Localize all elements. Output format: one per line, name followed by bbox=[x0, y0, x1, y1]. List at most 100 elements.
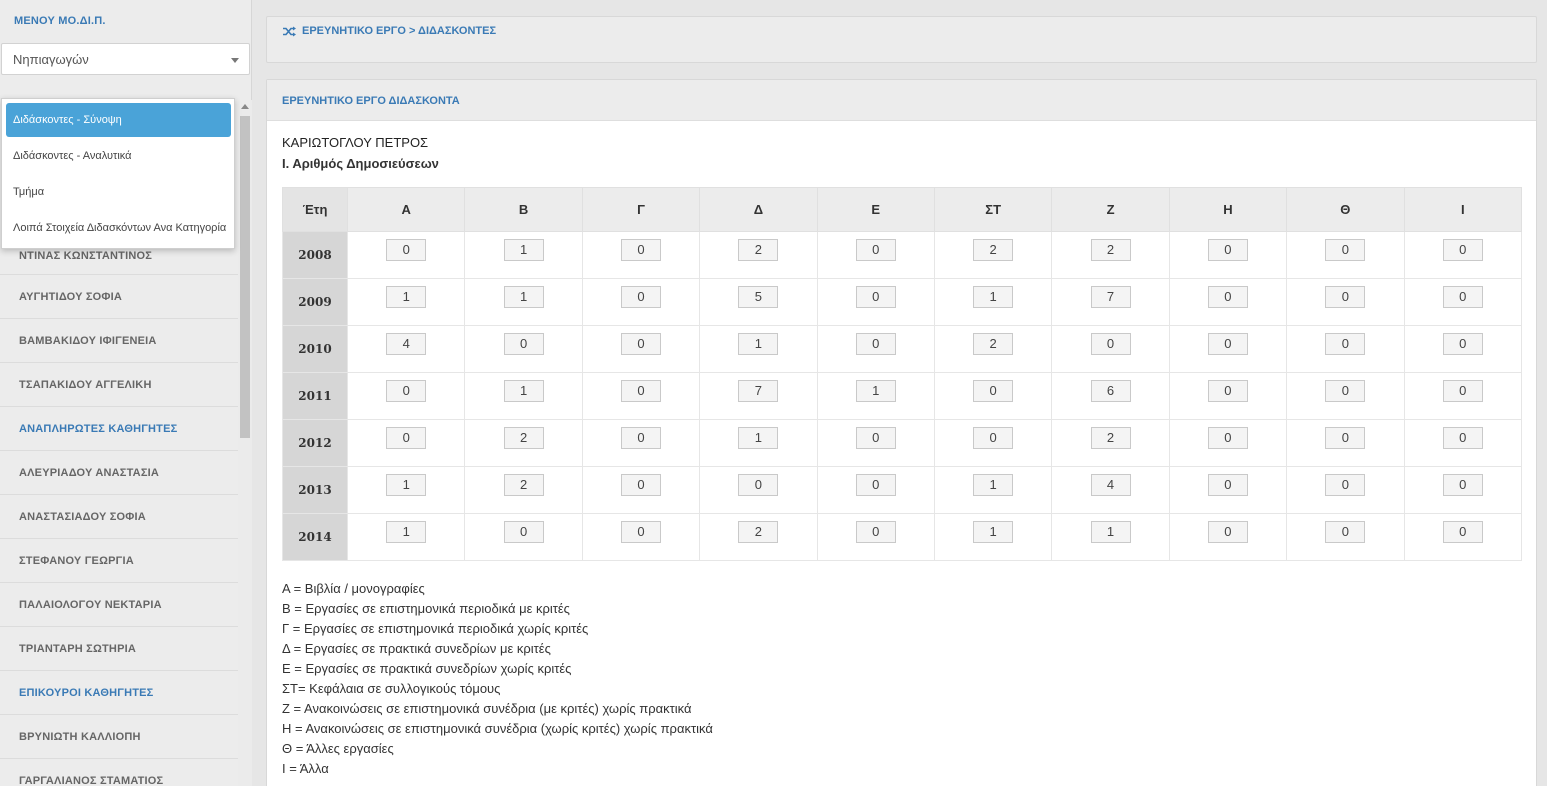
legend-item: Ι = Άλλα bbox=[282, 761, 329, 776]
table-row: 2014 1 0 0 2 0 1 1 0 0 0 bbox=[282, 513, 1523, 561]
year-cell: 2013 bbox=[282, 466, 348, 514]
publication-count: 1 bbox=[973, 521, 1014, 543]
table-cell: 1 bbox=[933, 513, 1053, 561]
sidebar-teacher-item[interactable]: ΠΑΛΑΙΟΛΟΓΟΥ ΝΕΚΤΑΡΙΑ bbox=[0, 583, 238, 627]
table-cell: 0 bbox=[816, 231, 935, 279]
table-cell: 0 bbox=[1403, 372, 1523, 420]
table-cell: 1 bbox=[464, 372, 583, 420]
category-column-header: Η bbox=[1168, 187, 1288, 232]
table-cell: 0 bbox=[699, 466, 818, 514]
table-cell: 1 bbox=[933, 466, 1053, 514]
publication-count: 0 bbox=[620, 474, 661, 496]
publication-count: 0 bbox=[1325, 474, 1366, 496]
table-cell: 0 bbox=[1403, 278, 1523, 326]
publication-count: 0 bbox=[855, 333, 896, 355]
table-cell: 4 bbox=[1051, 466, 1170, 514]
department-select[interactable]: Νηπιαγωγών bbox=[1, 43, 250, 75]
year-cell: 2010 bbox=[282, 325, 348, 373]
publication-count: 1 bbox=[503, 286, 544, 308]
legend-item: Α = Βιβλία / μονογραφίες bbox=[282, 581, 425, 596]
table-cell: 0 bbox=[346, 419, 466, 467]
dropdown-option[interactable]: Τμήμα bbox=[6, 175, 231, 209]
sidebar-teacher-item[interactable]: ΒΡΥΝΙΩΤΗ ΚΑΛΛΙΟΠΗ bbox=[0, 715, 238, 759]
table-cell: 0 bbox=[346, 372, 466, 420]
report-type-dropdown: Διδάσκοντες - Σύνοψη Διδάσκοντες - Αναλυτ… bbox=[1, 98, 235, 249]
scrollbar-thumb[interactable] bbox=[240, 116, 250, 438]
publication-count: 2 bbox=[738, 239, 779, 261]
table-cell: 0 bbox=[1286, 231, 1405, 279]
table-cell: 2 bbox=[464, 419, 583, 467]
page-title: ΕΡΕΥΝΗΤΙΚΟ ΕΡΓΟ ΔΙΔΑΣΚΟΝΤΑ bbox=[282, 95, 460, 107]
publication-count: 0 bbox=[1442, 333, 1483, 355]
sidebar-teacher-item[interactable]: ΤΣΑΠΑΚΙΔΟΥ ΑΓΓΕΛΙΚΗ bbox=[0, 363, 238, 407]
publication-count: 7 bbox=[738, 380, 779, 402]
sidebar-teacher-item[interactable]: ΓΑΡΓΑΛΙΑΝΟΣ ΣΤΑΜΑΤΙΟΣ bbox=[0, 759, 238, 786]
publication-count: 0 bbox=[386, 380, 427, 402]
table-cell: 0 bbox=[1168, 372, 1288, 420]
table-cell: 5 bbox=[699, 278, 818, 326]
publication-count: 0 bbox=[1325, 380, 1366, 402]
dropdown-option[interactable]: Διδάσκοντες - Αναλυτικά bbox=[6, 139, 231, 173]
publication-count: 0 bbox=[973, 427, 1014, 449]
table-row: 2011 0 1 0 7 1 0 6 0 0 0 bbox=[282, 372, 1523, 420]
publication-count: 1 bbox=[503, 380, 544, 402]
section-subtitle: Ι. Αριθμός Δημοσιεύσεων bbox=[282, 156, 439, 171]
sidebar-teacher-item[interactable]: ΑΛΕΥΡΙΑΔΟΥ ΑΝΑΣΤΑΣΙΑ bbox=[0, 451, 238, 495]
table-row: 2013 1 2 0 0 0 1 4 0 0 0 bbox=[282, 466, 1523, 514]
publication-count: 0 bbox=[1325, 521, 1366, 543]
category-column-header: Δ bbox=[699, 187, 818, 232]
table-cell: 0 bbox=[1168, 278, 1288, 326]
dropdown-option[interactable]: Διδάσκοντες - Σύνοψη bbox=[6, 103, 231, 137]
table-cell: 0 bbox=[581, 278, 701, 326]
dropdown-option[interactable]: Λοιπά Στοιχεία Διδασκόντων Ανα Κατηγορία bbox=[6, 211, 231, 245]
publication-count: 0 bbox=[620, 521, 661, 543]
table-cell: 0 bbox=[581, 419, 701, 467]
legend-item: Θ = Άλλες εργασίες bbox=[282, 741, 394, 756]
scroll-up-arrow-icon[interactable] bbox=[241, 104, 249, 109]
publication-count: 6 bbox=[1090, 380, 1131, 402]
table-cell: 0 bbox=[464, 325, 583, 373]
sidebar-scrollbar[interactable] bbox=[238, 100, 252, 786]
table-cell: 0 bbox=[1168, 325, 1288, 373]
table-cell: 0 bbox=[933, 372, 1053, 420]
year-cell: 2012 bbox=[282, 419, 348, 467]
publication-count: 0 bbox=[503, 521, 544, 543]
table-cell: 2 bbox=[699, 513, 818, 561]
teacher-name: ΚΑΡΙΩΤΟΓΛΟΥ ΠΕΤΡΟΣ bbox=[282, 135, 429, 150]
breadcrumb-link[interactable]: ΕΡΕΥΝΗΤΙΚΟ ΕΡΓΟ > ΔΙΔΑΣΚΟΝΤΕΣ bbox=[302, 25, 496, 37]
table-cell: 0 bbox=[1403, 513, 1523, 561]
legend-item: Ζ = Ανακοινώσεις σε επιστημονικά συνέδρι… bbox=[282, 701, 692, 716]
category-column-header: Θ bbox=[1286, 187, 1405, 232]
sidebar-teacher-item[interactable]: ΣΤΕΦΑΝΟΥ ΓΕΩΡΓΙΑ bbox=[0, 539, 238, 583]
publication-count: 1 bbox=[386, 521, 427, 543]
legend-item: Δ = Εργασίες σε πρακτικά συνεδρίων με κρ… bbox=[282, 641, 551, 656]
sidebar-teacher-item[interactable]: ΑΥΓΗΤΙΔΟΥ ΣΟΦΙΑ bbox=[0, 275, 238, 319]
table-cell: 0 bbox=[1168, 231, 1288, 279]
table-cell: 1 bbox=[933, 278, 1053, 326]
category-column-header: Γ bbox=[581, 187, 701, 232]
sidebar-teacher-item[interactable]: ΤΡΙΑΝΤΑΡΗ ΣΩΤΗΡΙΑ bbox=[0, 627, 238, 671]
publication-count: 2 bbox=[503, 427, 544, 449]
publication-count: 0 bbox=[1207, 239, 1248, 261]
table-row: 2012 0 2 0 1 0 0 2 0 0 0 bbox=[282, 419, 1523, 467]
sidebar-teacher-item[interactable]: ΑΝΑΣΤΑΣΙΑΔΟΥ ΣΟΦΙΑ bbox=[0, 495, 238, 539]
publication-count: 2 bbox=[1090, 427, 1131, 449]
table-cell: 0 bbox=[581, 372, 701, 420]
breadcrumb: ΕΡΕΥΝΗΤΙΚΟ ΕΡΓΟ > ΔΙΔΑΣΚΟΝΤΕΣ bbox=[283, 25, 496, 37]
sidebar-teacher-item[interactable]: ΒΑΜΒΑΚΙΔΟΥ ΙΦΙΓΕΝΕΙΑ bbox=[0, 319, 238, 363]
table-cell: 0 bbox=[1403, 466, 1523, 514]
publication-count: 1 bbox=[973, 474, 1014, 496]
publication-count: 0 bbox=[1442, 286, 1483, 308]
caret-down-icon bbox=[231, 58, 239, 63]
publication-count: 0 bbox=[620, 286, 661, 308]
publication-count: 0 bbox=[620, 333, 661, 355]
legend-item: Ε = Εργασίες σε πρακτικά συνεδρίων χωρίς… bbox=[282, 661, 572, 676]
publication-count: 2 bbox=[738, 521, 779, 543]
publication-count: 0 bbox=[738, 474, 779, 496]
table-cell: 0 bbox=[933, 419, 1053, 467]
sidebar-section-header[interactable]: ΑΝΑΠΛΗΡΩΤΕΣ ΚΑΘΗΓΗΤΕΣ bbox=[0, 407, 238, 451]
sidebar-section-header[interactable]: ΕΠΙΚΟΥΡΟΙ ΚΑΘΗΓΗΤΕΣ bbox=[0, 671, 238, 715]
table-cell: 0 bbox=[1286, 419, 1405, 467]
publication-count: 0 bbox=[1442, 474, 1483, 496]
publication-count: 0 bbox=[386, 427, 427, 449]
